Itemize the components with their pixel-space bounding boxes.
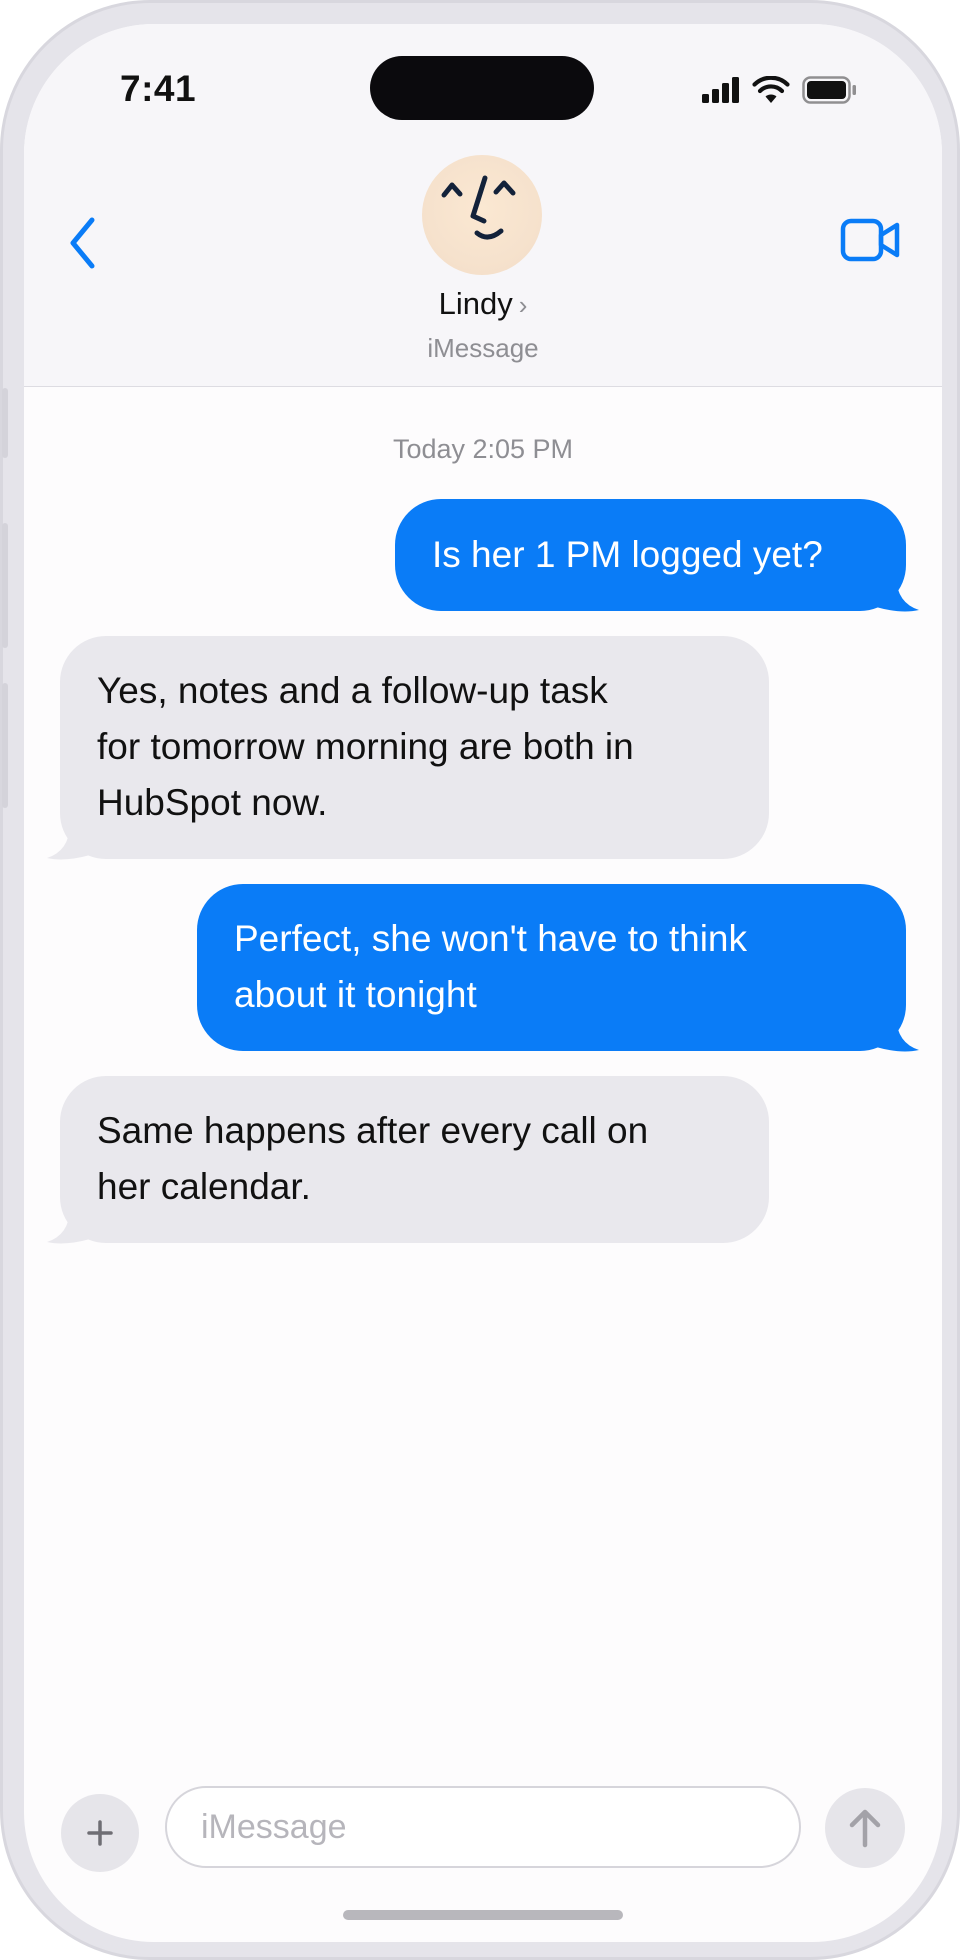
conversation-timestamp: Today 2:05 PM bbox=[392, 434, 574, 464]
back-button[interactable] bbox=[60, 210, 104, 276]
message-text: Is her 1 PM logged yet? bbox=[432, 534, 823, 575]
side-button bbox=[2, 523, 8, 648]
message-text-line: Yes, notes and a follow-up task bbox=[97, 670, 608, 711]
conversation-header: 7:41 Lindy › iMessage bbox=[24, 24, 942, 387]
message-bubble-outgoing[interactable]: Is her 1 PM logged yet? bbox=[395, 499, 906, 611]
message-bubble-incoming[interactable]: Yes, notes and a follow-up task for tomo… bbox=[60, 636, 769, 859]
avatar[interactable] bbox=[422, 155, 542, 275]
send-button[interactable] bbox=[825, 1788, 905, 1868]
contact-name-row[interactable]: Lindy › bbox=[24, 286, 942, 322]
chevron-left-icon bbox=[70, 217, 95, 269]
phone-frame: 7:41 Lindy › iMessage Today 2:05 PM Is h… bbox=[0, 0, 960, 1960]
message-bubble-outgoing[interactable]: Perfect, she won't have to think about i… bbox=[197, 884, 906, 1051]
message-text-line: about it tonight bbox=[234, 974, 477, 1015]
screen: 7:41 Lindy › iMessage Today 2:05 PM Is h… bbox=[24, 24, 942, 1942]
message-text-line: HubSpot now. bbox=[97, 782, 328, 823]
message-bubble-incoming[interactable]: Same happens after every call on her cal… bbox=[60, 1076, 769, 1243]
status-icons bbox=[702, 76, 858, 104]
side-button bbox=[2, 388, 8, 458]
wifi-icon bbox=[752, 76, 790, 103]
bubble-tail bbox=[47, 1209, 92, 1244]
signal-icon bbox=[702, 77, 739, 103]
bubble-tail bbox=[874, 577, 919, 612]
message-input[interactable] bbox=[165, 1786, 801, 1868]
video-camera-icon bbox=[840, 218, 900, 262]
chevron-right-icon: › bbox=[518, 290, 528, 320]
battery-icon bbox=[802, 76, 856, 104]
plus-icon bbox=[87, 1820, 113, 1846]
contact-name: Lindy bbox=[438, 286, 513, 321]
smiling-face-icon bbox=[441, 175, 516, 240]
arrow-up-icon bbox=[849, 1809, 881, 1848]
add-attachment-button[interactable] bbox=[61, 1794, 139, 1872]
message-text-line: Same happens after every call on bbox=[97, 1110, 649, 1151]
side-button bbox=[2, 683, 8, 808]
dynamic-island bbox=[370, 56, 594, 120]
message-text-line: her calendar. bbox=[97, 1166, 311, 1207]
bubble-tail bbox=[874, 1017, 919, 1052]
bubble-tail bbox=[47, 825, 92, 860]
status-time: 7:41 bbox=[120, 68, 197, 109]
video-call-button[interactable] bbox=[840, 216, 902, 264]
home-indicator bbox=[343, 1910, 623, 1920]
message-text-line: Perfect, she won't have to think bbox=[234, 918, 748, 959]
message-text-line: for tomorrow morning are both in bbox=[97, 726, 634, 767]
service-label: iMessage bbox=[427, 333, 539, 363]
